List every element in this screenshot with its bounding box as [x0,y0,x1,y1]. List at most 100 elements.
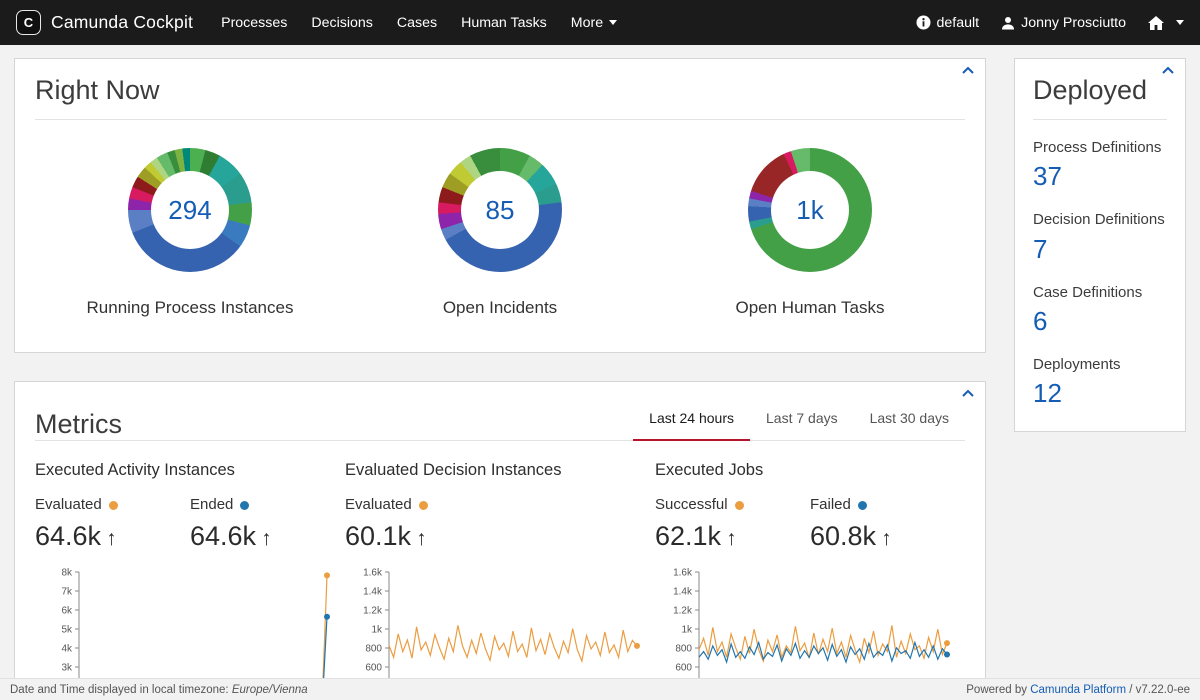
metrics-range-tabs: Last 24 hours Last 7 days Last 30 days [633,398,965,440]
collapse-right-now-button[interactable] [961,66,975,75]
caret-down-icon [1176,20,1184,25]
decision-instances-title: Evaluated Decision Instances [345,461,655,480]
engine-name: default [937,15,980,31]
open-incidents-donut[interactable]: 85 [438,148,562,272]
svg-text:800: 800 [675,644,692,655]
successful-series-block: Successful 62.1k↑ [655,496,810,552]
deployed-process-definitions: Process Definitions 37 [1033,138,1167,192]
deployed-decision-definitions: Decision Definitions 7 [1033,210,1167,264]
open-human-tasks-label: Open Human Tasks [736,298,885,318]
deployed-title: Deployed [1033,75,1167,106]
chevron-up-icon [961,389,975,398]
legend-failed: Failed [810,496,965,513]
successful-total: 62.1k↑ [655,521,810,552]
svg-text:1k: 1k [681,625,693,636]
failed-series-block: Failed 60.8k↑ [810,496,965,552]
nav-item-human-tasks[interactable]: Human Tasks [461,15,547,31]
evaluated-total: 64.6k↑ [35,521,190,552]
collapse-deployed-button[interactable] [1161,66,1175,75]
deployed-panel: Deployed Process Definitions 37 Decision… [1014,58,1186,432]
svg-text:8k: 8k [61,568,73,579]
executed-jobs-legends: Successful 62.1k↑ Failed [655,496,965,552]
decision-definitions-count[interactable]: 7 [1033,234,1167,265]
metrics-title: Metrics [35,409,122,440]
collapse-metrics-button[interactable] [961,389,975,398]
donut-hole: 85 [461,171,539,249]
svg-text:7k: 7k [61,587,73,598]
user-menu[interactable]: Jonny Prosciutto [1001,15,1126,31]
svg-text:1.6k: 1.6k [363,568,383,579]
running-process-instances-count: 294 [168,195,211,226]
donut-hole: 1k [771,171,849,249]
home-icon [1148,16,1164,30]
main-navigation: Processes Decisions Cases Human Tasks Mo… [221,15,617,31]
svg-text:1.2k: 1.2k [363,606,383,617]
open-incidents-count: 85 [486,195,515,226]
process-definitions-label: Process Definitions [1033,138,1167,158]
nav-item-cases[interactable]: Cases [397,15,437,31]
open-human-tasks-count: 1k [796,195,823,226]
executed-jobs-title: Executed Jobs [655,461,965,480]
trend-up-icon: ↑ [881,527,892,550]
svg-text:1.2k: 1.2k [673,606,693,617]
svg-text:800: 800 [365,644,382,655]
right-now-title: Right Now [35,75,965,106]
activity-instances-title: Executed Activity Instances [35,461,345,480]
nav-item-more[interactable]: More [571,15,617,31]
powered-by-note: Powered by Camunda Platform / v7.22.0-ee [966,684,1190,696]
deployed-deployments: Deployments 12 [1033,355,1167,409]
metrics-charts-row: Executed Activity Instances Evaluated 64… [35,461,965,700]
logo-letter: C [24,15,33,30]
camunda-platform-link[interactable]: Camunda Platform [1030,684,1126,696]
evaluated-total: 60.1k↑ [345,521,505,552]
svg-text:600: 600 [365,663,382,674]
trend-up-icon: ↑ [106,527,117,550]
donut-row: 294 Running Process Instances 85 Open In… [35,148,965,352]
donut-hole: 294 [151,171,229,249]
more-label: More [571,15,603,31]
timezone-value: Europe/Vienna [232,684,308,696]
chevron-up-icon [1161,66,1175,75]
svg-text:1k: 1k [371,625,383,636]
dashboard-layout: Right Now 294 Running Process Instances [0,45,1200,700]
tab-last-7-days[interactable]: Last 7 days [750,398,854,440]
process-definitions-count[interactable]: 37 [1033,161,1167,192]
activity-instances-legends: Evaluated 64.6k↑ Ended [35,496,345,552]
nav-item-decisions[interactable]: Decisions [311,15,373,31]
running-process-instances-block: 294 Running Process Instances [35,148,345,318]
deployed-sidebar: Deployed Process Definitions 37 Decision… [1014,58,1186,432]
evaluated-series-block: Evaluated 60.1k↑ [345,496,505,552]
open-human-tasks-donut[interactable]: 1k [748,148,872,272]
trend-up-icon: ↑ [416,527,427,550]
top-navbar: C Camunda Cockpit Processes Decisions Ca… [0,0,1200,45]
legend-successful: Successful [655,496,810,513]
svg-text:5k: 5k [61,625,73,636]
blue-series-dot [858,501,867,510]
svg-text:4k: 4k [61,644,73,655]
engine-selector[interactable]: default [916,15,980,31]
tab-last-30-days[interactable]: Last 30 days [854,398,965,440]
deployments-count[interactable]: 12 [1033,378,1167,409]
main-column: Right Now 294 Running Process Instances [14,58,986,700]
nav-item-processes[interactable]: Processes [221,15,287,31]
user-icon [1001,16,1015,30]
decision-instances-legends: Evaluated 60.1k↑ [345,496,655,552]
orange-series-dot [419,501,428,510]
right-now-panel: Right Now 294 Running Process Instances [14,58,986,353]
case-definitions-label: Case Definitions [1033,283,1167,303]
tab-last-24-hours[interactable]: Last 24 hours [633,398,750,441]
running-process-instances-donut[interactable]: 294 [128,148,252,272]
legend-evaluated: Evaluated [345,496,505,513]
failed-total: 60.8k↑ [810,521,965,552]
svg-text:1.4k: 1.4k [673,587,693,598]
svg-text:600: 600 [675,663,692,674]
metrics-header: Metrics Last 24 hours Last 7 days Last 3… [35,398,965,441]
home-menu[interactable] [1148,16,1184,30]
navbar-right: default Jonny Prosciutto [916,15,1185,31]
evaluated-series-block: Evaluated 64.6k↑ [35,496,190,552]
running-process-instances-label: Running Process Instances [87,298,294,318]
camunda-logo[interactable]: C [16,10,41,35]
case-definitions-count[interactable]: 6 [1033,306,1167,337]
timezone-note: Date and Time displayed in local timezon… [10,684,308,696]
decision-instances-section: Evaluated Decision Instances Evaluated 6… [345,461,655,700]
